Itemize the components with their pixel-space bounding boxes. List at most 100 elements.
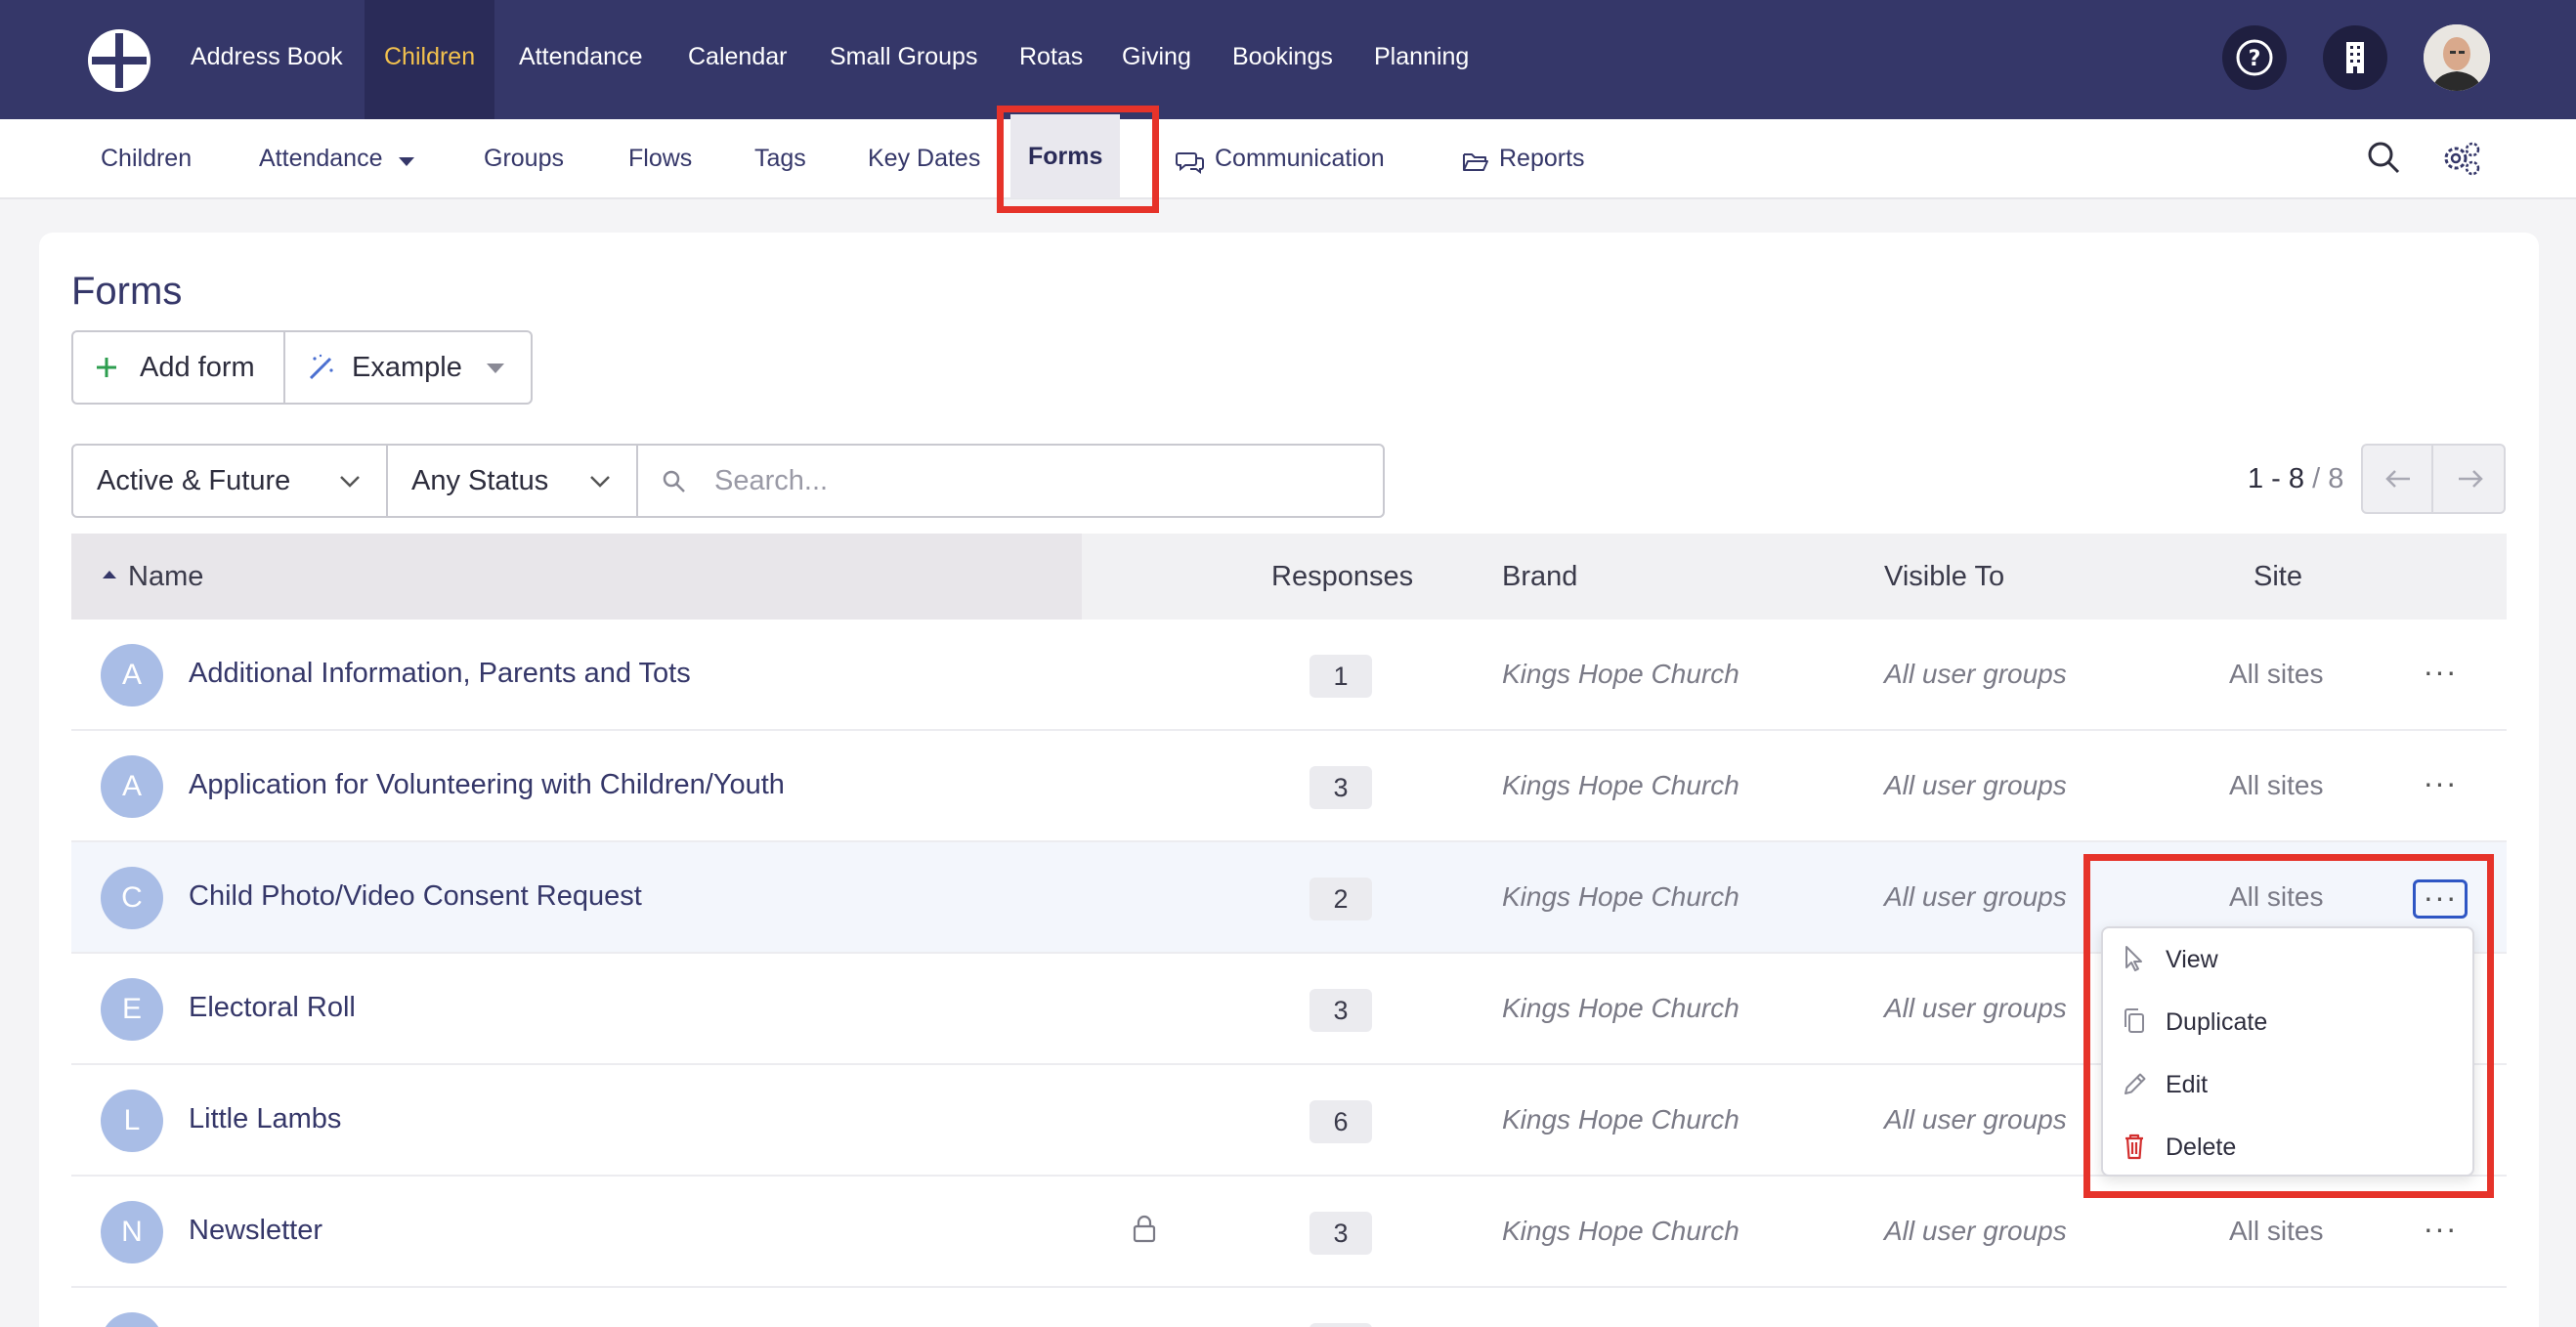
search-icon [663, 470, 685, 492]
user-avatar[interactable] [2424, 24, 2490, 91]
magic-wand-icon [309, 354, 333, 380]
pagination-range: 1 - 8 [2248, 463, 2305, 494]
date-filter-value: Active & Future [97, 465, 291, 496]
row-initial-avatar: A [101, 644, 163, 706]
brand-value: Kings Hope Church [1502, 770, 1739, 800]
status-filter-value: Any Status [411, 465, 549, 496]
brand-value: Kings Hope Church [1502, 881, 1739, 912]
responses-count: 3 [1309, 989, 1372, 1032]
tab-communication[interactable]: Communication [1176, 119, 1385, 197]
prev-page-button[interactable] [2363, 446, 2433, 512]
pagination-info: 1 - 8 / 8 [2248, 463, 2343, 495]
form-name-link[interactable]: Little Lambs [189, 1103, 341, 1135]
add-form-button[interactable]: Add form [73, 332, 283, 403]
form-name-link[interactable]: Child Photo/Video Consent Request [189, 880, 642, 913]
responses-count [1309, 1323, 1372, 1327]
next-page-button[interactable] [2435, 446, 2506, 512]
tab-reports[interactable]: Reports [1462, 119, 1585, 197]
form-actions-group: Add form Example [71, 330, 533, 405]
tab-attendance-label: Attendance [259, 145, 383, 172]
pagination-buttons [2361, 444, 2506, 514]
site-value: All sites [2229, 770, 2324, 800]
more-options-icon[interactable]: ··· [2413, 767, 2468, 807]
name-column-header[interactable]: Name [71, 534, 1082, 620]
brand-value: Kings Hope Church [1502, 993, 1739, 1023]
form-name-link[interactable]: Additional Information, Parents and Tots [189, 658, 691, 690]
responses-column-header[interactable]: Responses [1271, 561, 1413, 593]
table-row[interactable]: A Application for Volunteering with Chil… [71, 731, 2507, 842]
more-options-icon[interactable]: ··· [2413, 1213, 2468, 1253]
tab-groups[interactable]: Groups [484, 119, 564, 197]
visible-to-value: All user groups [1884, 1104, 2067, 1134]
site-value: All sites [2229, 1216, 2324, 1246]
name-header-label: Name [128, 561, 204, 592]
help-icon[interactable]: ? [2222, 25, 2287, 90]
topnav-small-groups[interactable]: Small Groups [830, 0, 977, 119]
chevron-down-icon [590, 476, 610, 488]
visible-to-value: All user groups [1884, 881, 2067, 912]
table-row[interactable]: A Additional Information, Parents and To… [71, 620, 2507, 731]
tab-communication-label: Communication [1215, 145, 1385, 172]
building-icon[interactable] [2323, 25, 2387, 90]
responses-count: 1 [1309, 655, 1372, 698]
responses-count: 6 [1309, 1100, 1372, 1143]
tab-key-dates[interactable]: Key Dates [868, 119, 980, 197]
form-name-link[interactable]: Electoral Roll [189, 992, 356, 1024]
responses-count: 2 [1309, 878, 1372, 920]
row-initial-avatar [101, 1312, 163, 1327]
topnav-rotas[interactable]: Rotas [1019, 0, 1083, 119]
tab-reports-label: Reports [1499, 145, 1585, 172]
table-row[interactable] [71, 1288, 2507, 1327]
form-name-link[interactable]: Newsletter [189, 1215, 322, 1247]
visible-to-value: All user groups [1884, 1216, 2067, 1246]
table-header: Name Responses Brand Visible To Site [71, 534, 2507, 620]
plus-icon [97, 358, 116, 377]
tab-flows[interactable]: Flows [628, 119, 692, 197]
topnav-giving[interactable]: Giving [1122, 0, 1191, 119]
visible-to-value: All user groups [1884, 659, 2067, 689]
more-options-icon[interactable]: ··· [2413, 656, 2468, 696]
status-filter-select[interactable]: Any Status [386, 444, 638, 518]
brand-value: Kings Hope Church [1502, 1104, 1739, 1134]
search-icon[interactable] [2365, 139, 2402, 181]
pagination-total: / 8 [2312, 463, 2344, 494]
topnav-children[interactable]: Children [365, 0, 495, 119]
add-form-label: Add form [140, 352, 255, 383]
brand-column-header[interactable]: Brand [1502, 561, 1577, 593]
form-name-link[interactable]: Application for Volunteering with Childr… [189, 769, 785, 801]
row-initial-avatar: E [101, 978, 163, 1041]
search-input[interactable]: Search... [636, 444, 1385, 518]
topnav-planning[interactable]: Planning [1374, 0, 1469, 119]
folder-open-icon [1463, 152, 1488, 171]
topnav-calendar[interactable]: Calendar [688, 0, 787, 119]
page-title: Forms [71, 270, 183, 313]
forms-tab-highlight [997, 106, 1159, 213]
example-button[interactable]: Example [285, 332, 533, 403]
tab-children[interactable]: Children [101, 119, 192, 197]
settings-gears-icon[interactable] [2441, 139, 2482, 183]
topnav-attendance[interactable]: Attendance [519, 0, 643, 119]
row-initial-avatar: A [101, 755, 163, 818]
lock-icon [1132, 1214, 1157, 1248]
date-filter-select[interactable]: Active & Future [71, 444, 388, 518]
topnav-bookings[interactable]: Bookings [1232, 0, 1333, 119]
caret-down-icon [487, 364, 504, 373]
tab-attendance[interactable]: Attendance [259, 119, 414, 197]
tab-tags[interactable]: Tags [754, 119, 806, 197]
app-logo-icon[interactable] [86, 27, 152, 94]
arrow-left-icon [2385, 470, 2410, 488]
topnav-address-book[interactable]: Address Book [191, 0, 343, 119]
site-value: All sites [2229, 659, 2324, 689]
visible-to-column-header[interactable]: Visible To [1884, 561, 2004, 593]
site-column-header[interactable]: Site [2254, 561, 2302, 593]
chevron-down-icon [340, 476, 360, 488]
responses-count: 3 [1309, 1212, 1372, 1255]
visible-to-value: All user groups [1884, 993, 2067, 1023]
row-initial-avatar: L [101, 1090, 163, 1152]
search-placeholder: Search... [714, 465, 829, 496]
caret-down-icon [398, 157, 414, 167]
example-label: Example [352, 352, 462, 383]
top-navigation: Address Book Children Attendance Calenda… [0, 0, 2576, 119]
visible-to-value: All user groups [1884, 770, 2067, 800]
sort-asc-icon [103, 571, 116, 578]
